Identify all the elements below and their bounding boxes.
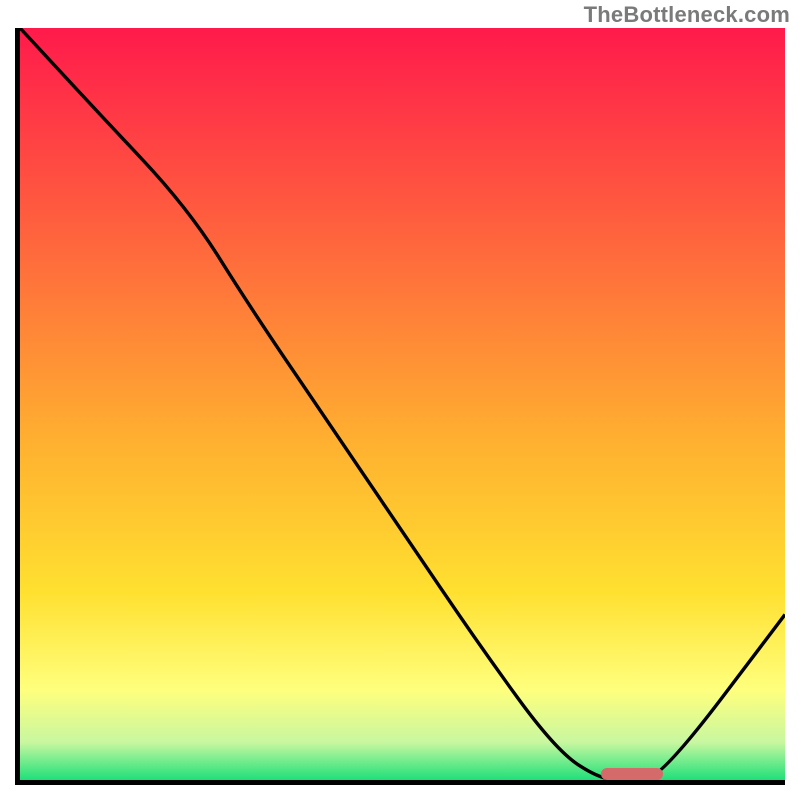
bottleneck-curve	[20, 28, 785, 780]
watermark-text: TheBottleneck.com	[584, 2, 790, 28]
optimal-range-marker	[601, 768, 662, 780]
chart-container: TheBottleneck.com	[0, 0, 800, 800]
plot-area	[15, 28, 785, 785]
curve-layer	[20, 28, 785, 780]
